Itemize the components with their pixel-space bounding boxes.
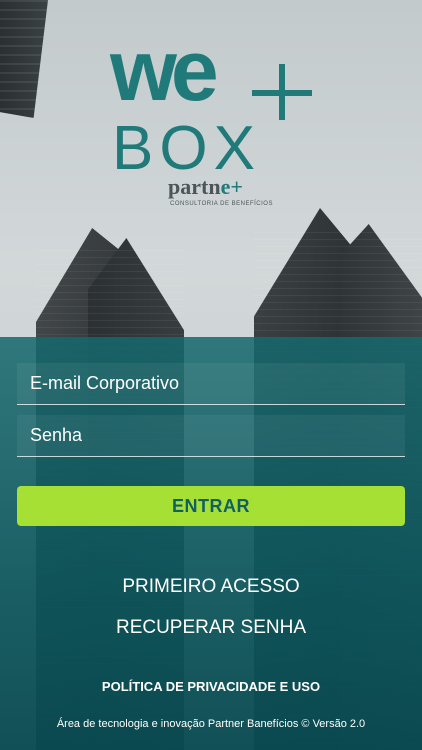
partner-logo-e: e [220, 174, 231, 199]
privacy-policy-link[interactable]: POLÍTICA DE PRIVACIDADE E USO [0, 679, 422, 694]
partner-logo-text: partn [168, 174, 221, 199]
partner-logo-plus: + [230, 174, 243, 199]
partner-logo: partne+ [168, 176, 243, 198]
logo-box-text: BOX [112, 114, 261, 183]
email-field-placeholder: E-mail Corporativo [30, 373, 180, 393]
password-field-placeholder: Senha [30, 425, 83, 445]
partner-logo-subtitle: CONSULTORIA DE BENEFÍCIOS [170, 201, 273, 207]
first-access-link[interactable]: PRIMEIRO ACESSO [0, 576, 422, 598]
login-button[interactable]: ENTRAR [17, 486, 405, 526]
app-logo: we BOX partne+ CONSULTORIA DE BENEFÍCIOS [0, 0, 422, 230]
password-field[interactable]: Senha [17, 415, 405, 457]
logo-plus-icon-vertical [279, 64, 285, 120]
recover-password-link[interactable]: RECUPERAR SENHA [0, 617, 422, 639]
logo-we-text: we [110, 23, 219, 119]
email-field[interactable]: E-mail Corporativo [17, 363, 405, 405]
footer-text: Área de tecnologia e inovação Partner Ba… [56, 718, 366, 730]
